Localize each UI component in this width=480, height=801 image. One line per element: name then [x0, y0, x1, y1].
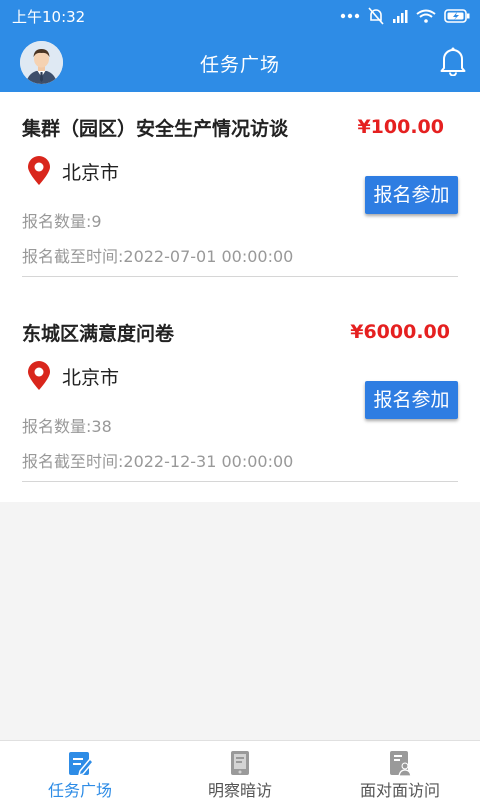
task-list: 集群（园区）安全生产情况访谈 ¥100.00 北京市 报名数量:9 报名截至时间…: [0, 92, 480, 502]
signup-deadline: 报名截至时间:2022-07-01 00:00:00: [22, 247, 294, 266]
page-title: 任务广场: [199, 54, 280, 76]
battery-icon: [444, 9, 470, 23]
status-bar: 上午10:32: [0, 0, 480, 32]
signal-icon: [393, 10, 408, 23]
person-document-icon: [390, 751, 412, 777]
status-icons: [340, 6, 470, 26]
signup-count: 报名数量:9: [22, 212, 102, 231]
location-text: 北京市: [62, 161, 120, 184]
tab-label: 任务广场: [47, 781, 112, 800]
task-card[interactable]: 集群（园区）安全生产情况访谈 ¥100.00 北京市 报名数量:9 报名截至时间…: [0, 92, 480, 297]
tab-label: 面对面访问: [359, 781, 440, 800]
app-bar: 任务广场: [0, 32, 480, 92]
task-card[interactable]: 东城区满意度问卷 ¥6000.00 北京市 报名数量:38 报名截至时间:202…: [0, 297, 480, 502]
tab-label: 明察暗访: [207, 781, 272, 800]
location-text: 北京市: [62, 366, 120, 389]
join-button[interactable]: 报名参加: [365, 176, 458, 214]
divider: [22, 481, 458, 482]
tab-secret-visit[interactable]: 明察暗访: [160, 741, 320, 801]
task-location: 北京市: [26, 361, 119, 391]
join-button[interactable]: 报名参加: [365, 381, 458, 419]
mute-bell-icon: [368, 7, 384, 25]
tab-task-square[interactable]: 任务广场: [0, 741, 160, 801]
bottom-tab-bar: 任务广场 明察暗访 面对面访问: [0, 740, 480, 801]
phone-document-icon: [231, 751, 249, 775]
edit-document-icon: [69, 752, 94, 777]
signup-count: 报名数量:38: [22, 417, 112, 436]
tab-face-to-face[interactable]: 面对面访问: [320, 741, 480, 801]
divider: [22, 276, 458, 277]
task-price: ¥100.00: [357, 116, 444, 138]
task-location: 北京市: [26, 156, 119, 186]
location-pin-icon: [28, 361, 50, 390]
location-pin-icon: [28, 156, 50, 185]
signup-deadline: 报名截至时间:2022-12-31 00:00:00: [22, 452, 294, 471]
task-price: ¥6000.00: [350, 321, 450, 343]
status-time: 上午10:32: [12, 8, 86, 26]
task-title: 集群（园区）安全生产情况访谈: [22, 118, 289, 140]
wifi-icon: [416, 9, 436, 23]
bell-icon[interactable]: [440, 46, 466, 76]
task-title: 东城区满意度问卷: [22, 323, 175, 345]
more-dots-icon: [340, 13, 360, 19]
